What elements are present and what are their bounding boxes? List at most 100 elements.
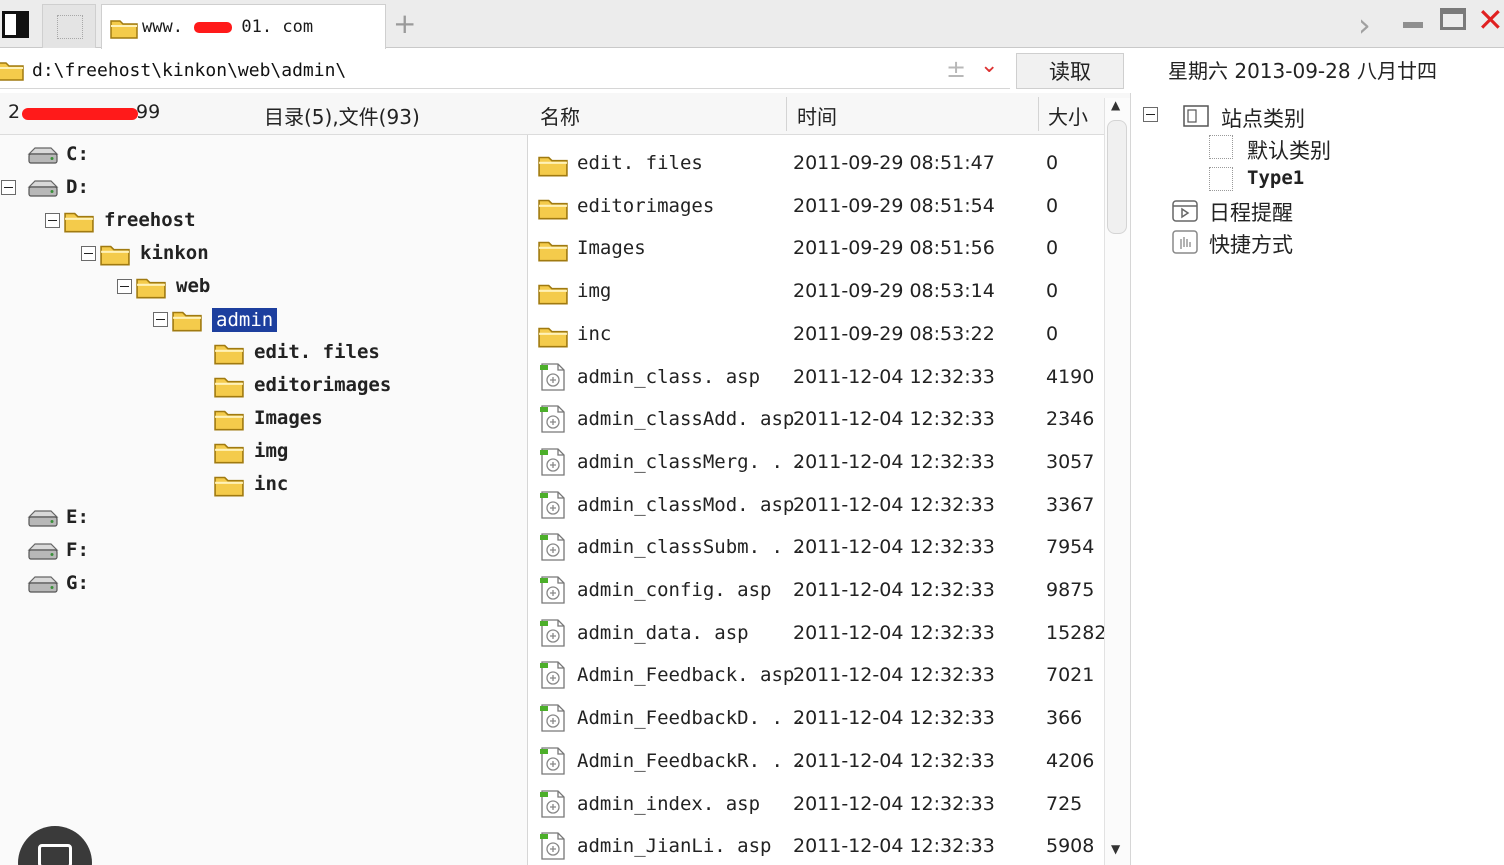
file-time: 2011-09-29 08:51:56 <box>793 237 995 260</box>
chevron-down-icon[interactable]: ⌄ <box>980 53 998 78</box>
tree-node-images[interactable]: Images <box>0 403 520 435</box>
collapse-icon[interactable] <box>45 213 60 228</box>
default-category-label: 默认类别 <box>1247 139 1331 163</box>
file-size: 15282 <box>1046 621 1104 644</box>
file-row[interactable]: editorimages 2011-09-29 08:51:54 0 <box>530 184 1104 226</box>
tree-node-img[interactable]: img <box>0 436 520 468</box>
file-row[interactable]: edit. files 2011-09-29 08:51:47 0 <box>530 141 1104 183</box>
file-row[interactable]: img 2011-09-29 08:53:14 0 <box>530 269 1104 311</box>
file-row[interactable]: admin_index. asp 2011-12-04 12:32:33 725 <box>530 782 1104 824</box>
scroll-thumb[interactable] <box>1107 120 1127 234</box>
tree-node-label: G: <box>66 572 89 594</box>
site-category-node[interactable]: 站点类别 <box>1143 99 1483 131</box>
tree-node-edit-files[interactable]: edit. files <box>0 337 520 369</box>
tree-node-label: D: <box>66 176 89 198</box>
shortcuts-label: 快捷方式 <box>1209 233 1293 257</box>
tree-node-label: Images <box>254 407 323 429</box>
file-row[interactable]: admin_config. asp 2011-12-04 12:32:33 9875 <box>530 568 1104 610</box>
drive-icon <box>26 178 60 204</box>
column-divider[interactable] <box>786 97 787 131</box>
type1-node[interactable]: Type1 <box>1209 163 1469 195</box>
scroll-up-icon[interactable]: ▲ <box>1111 98 1120 112</box>
read-button[interactable]: 读取 <box>1016 53 1124 89</box>
shortcut-icon <box>1172 230 1198 254</box>
tree-node-kinkon[interactable]: kinkon <box>0 238 520 270</box>
tree-node-web[interactable]: web <box>0 271 520 303</box>
tree-node-label: admin <box>212 308 278 332</box>
collapse-icon[interactable] <box>81 246 96 261</box>
collapse-icon[interactable] <box>1 180 16 195</box>
tree-node-label: editorimages <box>254 374 392 396</box>
collapse-icon[interactable] <box>1143 107 1158 122</box>
close-button[interactable]: ✕ <box>1477 2 1504 38</box>
file-name: admin_class. asp <box>577 365 761 388</box>
placeholder-icon <box>1209 135 1233 159</box>
tree-node-e[interactable]: E: <box>0 502 520 534</box>
tree-node-admin[interactable]: admin <box>0 304 520 336</box>
file-size: 4206 <box>1046 749 1095 772</box>
minimize-button[interactable] <box>1403 22 1423 28</box>
disk-space-suffix: 99 <box>136 101 161 123</box>
file-row[interactable]: admin_class. asp 2011-12-04 12:32:33 4190 <box>530 355 1104 397</box>
collapse-icon[interactable] <box>117 279 132 294</box>
file-size: 0 <box>1046 322 1059 345</box>
tree-node-c[interactable]: C: <box>0 139 520 171</box>
folder-icon <box>538 153 568 181</box>
schedule-node[interactable]: 日程提醒 <box>1171 193 1471 225</box>
tree-node-g[interactable]: G: <box>0 568 520 600</box>
default-category-node[interactable]: 默认类别 <box>1209 131 1469 163</box>
tree-node-f[interactable]: F: <box>0 535 520 567</box>
tree-node-editorimages[interactable]: editorimages <box>0 370 520 402</box>
tree-node-label: edit. files <box>254 341 380 363</box>
panel-toggle-icon[interactable] <box>0 8 32 40</box>
chevron-right-icon[interactable]: › <box>1358 6 1371 44</box>
folder-icon <box>136 275 166 303</box>
file-row[interactable]: admin_classAdd. asp 2011-12-04 12:32:33 23… <box>530 397 1104 439</box>
file-time: 2011-09-29 08:53:14 <box>793 280 995 303</box>
tree-node-inc[interactable]: inc <box>0 469 520 501</box>
bookmark-icon[interactable]: ± <box>946 55 966 83</box>
file-row[interactable]: Admin_FeedbackR. . . 2011-12-04 12:32:33 4… <box>530 739 1104 781</box>
file-size: 0 <box>1046 152 1059 174</box>
file-row[interactable]: admin_classSubm. . . 2011-12-04 12:32:33 7… <box>530 525 1104 567</box>
file-list-scrollbar[interactable]: ▲ ▼ <box>1104 98 1130 865</box>
file-row[interactable]: admin_classMod. asp 2011-12-04 12:32:33 33… <box>530 483 1104 525</box>
scroll-down-icon[interactable]: ▼ <box>1111 842 1120 856</box>
file-time: 2011-12-04 12:32:33 <box>793 621 995 644</box>
new-tab-button[interactable]: + <box>393 10 416 38</box>
tree-node-d[interactable]: D: <box>0 172 520 204</box>
file-name: admin_data. asp <box>577 621 749 644</box>
file-time: 2011-12-04 12:32:33 <box>793 707 995 730</box>
file-size: 9875 <box>1046 579 1095 601</box>
tree-node-freehost[interactable]: freehost <box>0 205 520 237</box>
column-header-time[interactable]: 时间 <box>797 101 837 130</box>
maximize-button[interactable] <box>1440 8 1466 30</box>
file-row[interactable]: Images 2011-09-29 08:51:56 0 <box>530 226 1104 268</box>
file-list: edit. files 2011-09-29 08:51:47 0 editorima… <box>530 135 1104 865</box>
file-row[interactable]: admin_data. asp 2011-12-04 12:32:33 15282 <box>530 611 1104 653</box>
file-size: 3057 <box>1046 450 1095 473</box>
file-time: 2011-12-04 12:32:33 <box>793 664 995 687</box>
file-size: 4190 <box>1046 365 1095 388</box>
folder-icon <box>538 324 568 352</box>
file-name: editorimages <box>577 194 715 217</box>
column-header-name[interactable]: 名称 <box>540 101 580 130</box>
tab-blank[interactable] <box>42 4 96 48</box>
column-divider[interactable] <box>1038 97 1039 131</box>
file-row[interactable]: Admin_Feedback. asp 2011-12-04 12:32:33 70… <box>530 653 1104 695</box>
file-row[interactable]: Admin_FeedbackD. . . 2011-12-04 12:32:33 3… <box>530 696 1104 738</box>
path-input[interactable] <box>32 57 932 83</box>
file-row[interactable]: admin_JianLi. asp 2011-12-04 12:32:33 5908 <box>530 824 1104 865</box>
file-row[interactable]: inc 2011-09-29 08:53:22 0 <box>530 312 1104 354</box>
asp-file-icon <box>538 447 568 481</box>
file-row[interactable]: admin_classMerg. . . 2011-12-04 12:32:33 3… <box>530 440 1104 482</box>
tree-node-label: freehost <box>104 209 196 231</box>
column-header-size[interactable]: 大小 <box>1048 101 1088 130</box>
file-time: 2011-09-29 08:51:54 <box>793 194 995 217</box>
folder-icon <box>538 196 568 224</box>
collapse-icon[interactable] <box>153 312 168 327</box>
shortcuts-node[interactable]: 快捷方式 <box>1171 225 1471 257</box>
tree-node-label: F: <box>66 539 89 561</box>
asp-file-icon <box>538 404 568 438</box>
tab-site[interactable]: www. c 01. com <box>101 4 386 49</box>
